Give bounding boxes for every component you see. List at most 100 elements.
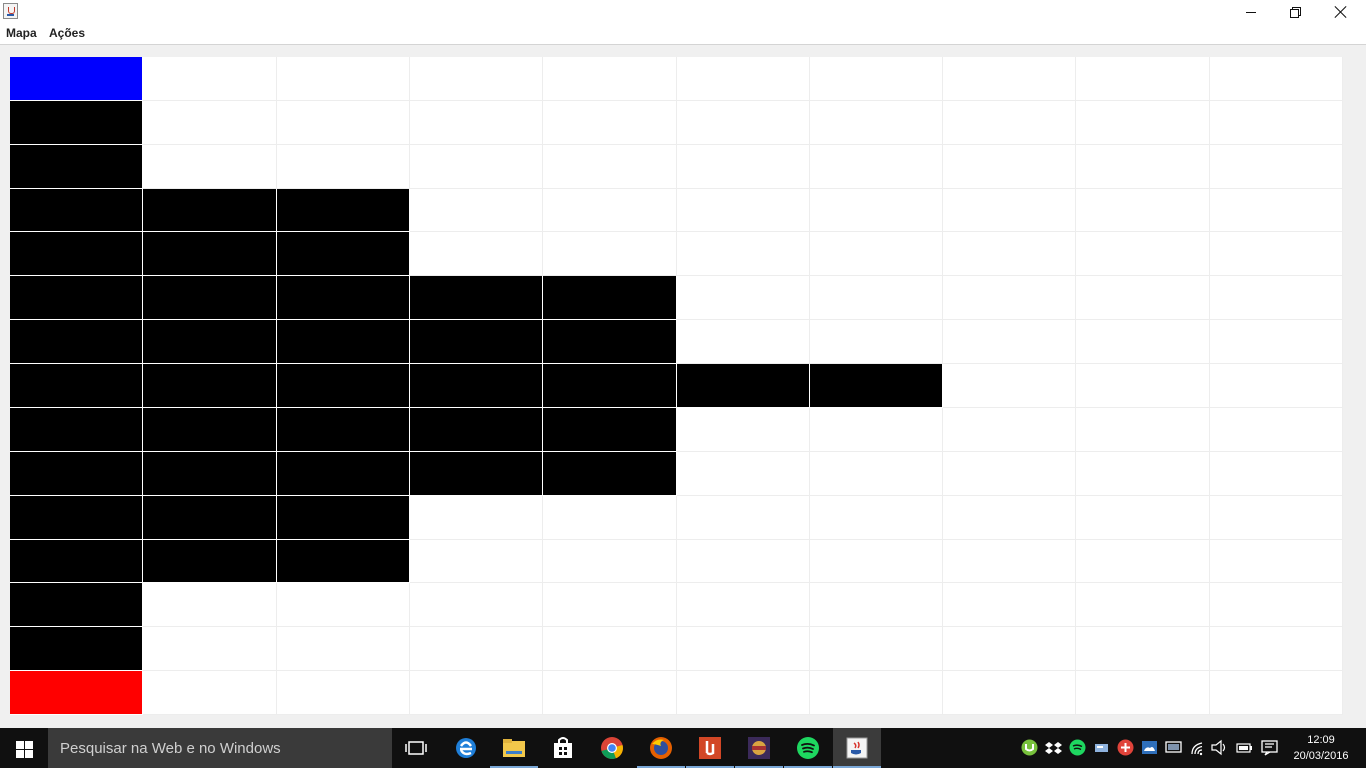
antivirus-icon[interactable] — [1117, 739, 1134, 756]
map-cell-empty[interactable] — [677, 57, 810, 101]
map-cell-empty[interactable] — [943, 276, 1076, 320]
map-cell-wall[interactable] — [10, 627, 143, 671]
map-cell-empty[interactable] — [410, 496, 543, 540]
map-cell-empty[interactable] — [677, 627, 810, 671]
map-cell-empty[interactable] — [943, 540, 1076, 583]
map-cell-empty[interactable] — [943, 189, 1076, 232]
map-cell-empty[interactable] — [1076, 496, 1210, 540]
map-cell-wall[interactable] — [410, 320, 543, 364]
menu-mapa[interactable]: Mapa — [6, 26, 37, 40]
map-cell-empty[interactable] — [410, 627, 543, 671]
map-cell-wall[interactable] — [543, 408, 677, 452]
map-cell-empty[interactable] — [143, 583, 277, 627]
map-cell-empty[interactable] — [543, 627, 677, 671]
map-cell-empty[interactable] — [410, 189, 543, 232]
map-cell-empty[interactable] — [543, 145, 677, 189]
map-cell-empty[interactable] — [1210, 276, 1343, 320]
map-cell-empty[interactable] — [810, 232, 943, 276]
map-cell-wall[interactable] — [10, 232, 143, 276]
chrome-button[interactable] — [588, 728, 636, 768]
map-cell-wall[interactable] — [143, 320, 277, 364]
notifications-icon[interactable] — [1261, 739, 1278, 756]
dropbox-icon[interactable] — [1045, 739, 1062, 756]
menu-acoes[interactable]: Ações — [49, 26, 85, 40]
start-button[interactable] — [0, 728, 48, 768]
map-cell-empty[interactable] — [810, 145, 943, 189]
map-cell-empty[interactable] — [1076, 320, 1210, 364]
close-button[interactable] — [1318, 0, 1364, 24]
minimize-button[interactable] — [1228, 0, 1274, 24]
map-cell-empty[interactable] — [410, 671, 543, 715]
map-cell-wall[interactable] — [10, 189, 143, 232]
java-app-icon[interactable] — [3, 3, 18, 19]
map-cell-empty[interactable] — [1210, 583, 1343, 627]
map-cell-empty[interactable] — [810, 101, 943, 145]
map-cell-wall[interactable] — [410, 364, 543, 408]
map-cell-empty[interactable] — [943, 364, 1076, 408]
map-cell-empty[interactable] — [1076, 408, 1210, 452]
map-cell-empty[interactable] — [1210, 320, 1343, 364]
map-cell-empty[interactable] — [143, 101, 277, 145]
spotify-tray-icon[interactable] — [1069, 739, 1086, 756]
search-box[interactable]: Pesquisar na Web e no Windows — [48, 728, 392, 768]
map-cell-wall[interactable] — [410, 276, 543, 320]
map-cell-empty[interactable] — [143, 671, 277, 715]
wifi-icon[interactable] — [1190, 739, 1207, 756]
map-cell-empty[interactable] — [143, 627, 277, 671]
map-cell-empty[interactable] — [677, 101, 810, 145]
map-cell-empty[interactable] — [677, 232, 810, 276]
map-cell-empty[interactable] — [1076, 452, 1210, 496]
map-cell-empty[interactable] — [543, 101, 677, 145]
java-app-button[interactable] — [833, 728, 881, 768]
map-cell-empty[interactable] — [1210, 408, 1343, 452]
map-cell-empty[interactable] — [1210, 452, 1343, 496]
map-cell-empty[interactable] — [810, 57, 943, 101]
map-cell-wall[interactable] — [10, 276, 143, 320]
map-cell-wall[interactable] — [277, 452, 410, 496]
map-cell-empty[interactable] — [1076, 364, 1210, 408]
map-cell-empty[interactable] — [810, 540, 943, 583]
utorrent-icon[interactable] — [1021, 739, 1038, 756]
map-cell-empty[interactable] — [677, 320, 810, 364]
store-button[interactable] — [539, 728, 587, 768]
map-cell-empty[interactable] — [277, 671, 410, 715]
map-cell-empty[interactable] — [677, 496, 810, 540]
map-cell-empty[interactable] — [543, 496, 677, 540]
map-cell-empty[interactable] — [677, 189, 810, 232]
map-cell-wall[interactable] — [143, 408, 277, 452]
map-cell-empty[interactable] — [943, 320, 1076, 364]
map-cell-empty[interactable] — [1210, 101, 1343, 145]
map-cell-wall[interactable] — [543, 276, 677, 320]
map-cell-wall[interactable] — [410, 452, 543, 496]
map-cell-empty[interactable] — [810, 627, 943, 671]
map-cell-empty[interactable] — [1210, 496, 1343, 540]
map-cell-wall[interactable] — [543, 452, 677, 496]
map-cell-wall[interactable] — [277, 189, 410, 232]
edge-button[interactable] — [442, 728, 490, 768]
map-cell-empty[interactable] — [277, 57, 410, 101]
map-cell-empty[interactable] — [943, 57, 1076, 101]
map-cell-empty[interactable] — [410, 232, 543, 276]
map-cell-wall[interactable] — [143, 189, 277, 232]
map-cell-wall[interactable] — [10, 364, 143, 408]
map-cell-empty[interactable] — [1076, 540, 1210, 583]
map-cell-wall[interactable] — [143, 496, 277, 540]
map-cell-wall[interactable] — [810, 364, 943, 408]
map-cell-empty[interactable] — [1076, 145, 1210, 189]
map-cell-empty[interactable] — [1076, 57, 1210, 101]
map-cell-empty[interactable] — [143, 57, 277, 101]
firefox-button[interactable] — [637, 728, 685, 768]
network-drive-icon[interactable] — [1093, 739, 1110, 756]
map-cell-empty[interactable] — [143, 145, 277, 189]
file-explorer-button[interactable] — [490, 728, 538, 768]
map-cell-wall[interactable] — [277, 496, 410, 540]
map-cell-wall[interactable] — [543, 320, 677, 364]
map-cell-empty[interactable] — [810, 320, 943, 364]
map-cell-wall[interactable] — [277, 408, 410, 452]
map-cell-wall[interactable] — [277, 232, 410, 276]
office-app-button[interactable] — [686, 728, 734, 768]
map-cell-empty[interactable] — [1076, 276, 1210, 320]
map-cell-empty[interactable] — [543, 232, 677, 276]
display-icon[interactable] — [1165, 739, 1182, 756]
map-cell-wall[interactable] — [10, 145, 143, 189]
